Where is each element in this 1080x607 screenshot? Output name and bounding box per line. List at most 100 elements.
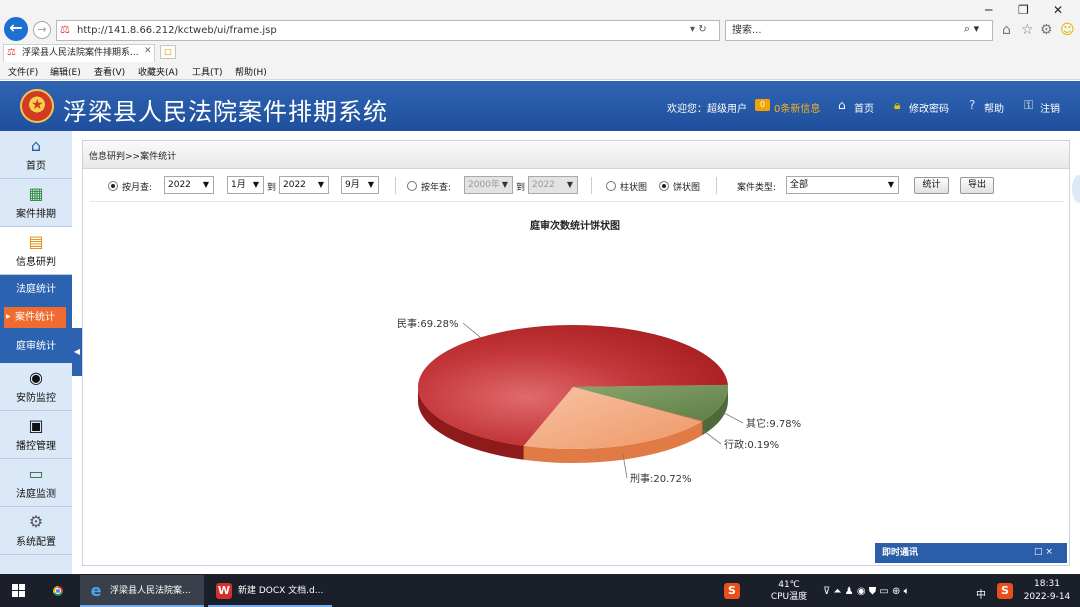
by-month-radio[interactable]: 按月查: [108,180,152,193]
settings-gear-icon[interactable]: ⚙ [1040,22,1053,38]
case-type-select[interactable]: 全部 ▼ [786,176,899,194]
change-password-link[interactable]: 修改密码 [909,100,949,115]
tab-site-icon: ⚖ [7,47,16,58]
bar-chart-radio[interactable]: 柱状图 [606,180,647,193]
by-year-radio[interactable]: 按年查: [407,180,451,193]
sidebar-item-broadcast[interactable]: ▣ 播控管理 [0,411,72,459]
chevron-down-icon: ▼ [317,180,324,189]
sidebar-sub-court-stats[interactable]: 法庭统计 [0,275,72,305]
case-type-label: 案件类型: [737,183,777,193]
pie-label-行政: 行政:0.19% [724,438,779,451]
tray-icons[interactable]: ⊽ ⏶ ♟ ◉ ⛊ ▭ ⊕ 🔈︎ [823,586,910,597]
export-button[interactable]: 导出 [960,177,994,194]
pie-leader-line [462,322,481,338]
new-messages-link[interactable]: 0条新信息 [774,100,820,115]
sidebar-item-info-analysis[interactable]: ▤ 信息研判 [0,227,72,275]
year-start-value: 2000年 [468,180,500,190]
new-tab-icon[interactable]: ▢ [160,45,176,59]
stat-button[interactable]: 统计 [914,177,949,194]
search-input[interactable]: 搜索... [725,20,993,41]
sogou-ime-icon[interactable]: S [997,583,1013,599]
address-bar[interactable]: http://141.8.66.212/kctweb/ui/frame.jsp [56,20,720,41]
sidebar-sub-trial-stats[interactable]: 庭审统计 [0,330,72,363]
menu-tools[interactable]: 工具(T) [192,65,223,78]
close-window-icon[interactable]: ✕ [1053,3,1063,17]
sidebar-item-label: 法庭监测 [16,489,56,500]
year-to-select[interactable]: 2022 ▼ [279,176,329,194]
side-handle[interactable] [1072,175,1080,203]
year-end-select[interactable]: 2022 ▼ [528,176,578,194]
tab-close-icon[interactable]: ✕ [144,46,152,56]
sidebar-item-home[interactable]: ⌂ 首页 [0,131,72,179]
logout-link[interactable]: 注销 [1040,100,1060,115]
by-year-label: 按年查: [421,183,452,193]
sidebar-collapse-handle[interactable]: ◀ [72,328,82,376]
sidebar-item-label: 信息研判 [16,257,56,268]
site-icon: ⚖ [60,23,70,36]
menu-file[interactable]: 文件(F) [8,65,38,78]
pie-label-民事: 民事:69.28% [397,317,459,330]
menu-favorites[interactable]: 收藏夹(A) [138,65,178,78]
back-icon[interactable]: ← [4,17,28,41]
smiley-icon[interactable]: ☺ [1060,22,1075,38]
sidebar-item-label: 系统配置 [16,537,56,548]
message-badge[interactable]: 0 [755,99,770,111]
chart-title: 庭审次数统计饼状图 [530,221,620,232]
clock-date: 2022-9-14 [1023,592,1071,602]
home-icon[interactable]: ⌂ [1002,22,1011,38]
sidebar-item-system-config[interactable]: ⚙ 系统配置 [0,507,72,555]
chrome-center-icon [55,588,61,594]
chevron-down-icon: ▼ [367,180,374,189]
home-link-icon: ⌂ [838,98,846,112]
film-icon: ▣ [28,416,44,435]
chevron-down-icon: ▼ [566,180,573,189]
key-icon: ⚿ [1024,98,1034,112]
lock-icon: 🔒︎ [894,98,901,112]
year-from-select[interactable]: 2022 ▼ [164,176,214,194]
home-link[interactable]: 首页 [854,100,874,115]
search-icon[interactable]: ⌕ ▾ [964,22,979,36]
menu-help[interactable]: 帮助(H) [235,65,267,78]
menu-view[interactable]: 查看(V) [94,65,125,78]
month-to-select[interactable]: 9月 ▼ [341,176,379,194]
windows-start-icon[interactable] [12,584,26,598]
pie-side-行政 [701,420,703,436]
sidebar-sub-case-stats[interactable]: 案件统计 [4,307,66,328]
forward-icon[interactable]: → [33,21,51,39]
sogou-icon[interactable]: S [724,583,740,599]
ime-indicator[interactable]: 中 [976,586,986,601]
pie-slices [418,325,728,449]
sidebar-item-case-schedule[interactable]: ▦ 案件排期 [0,179,72,227]
pie-chart-label: 饼状图 [673,183,701,193]
taskbar-app-wps[interactable]: W 新建 DOCX 文档.d... [208,575,332,607]
taskbar-app-ie[interactable]: e 浮梁县人民法院案... [80,575,204,607]
pie-chart: 其它:9.78% 行政:0.19% 刑事:20.72% 民事:69.28% [397,317,801,485]
pie-label-其它: 其它:9.78% [746,417,801,430]
ie-icon: e [90,581,102,600]
pie-chart-radio[interactable]: 饼状图 [659,180,700,193]
help-link[interactable]: 帮助 [984,100,1004,115]
sidebar-item-security[interactable]: ◉ 安防监控 [0,363,72,411]
active-arrow-icon: ▶ [6,313,11,320]
sidebar-item-court-monitor[interactable]: ▭ 法庭监测 [0,459,72,507]
year-start-select[interactable]: 2000年 ▼ [464,176,513,194]
minimize-icon[interactable]: ─ [985,3,992,17]
restore-icon[interactable]: ❐ [1018,3,1029,17]
clock[interactable]: 18:31 2022-9-14 [1020,578,1074,604]
chat-window-controls[interactable]: □ × [1034,547,1053,557]
sidebar-item-label: 首页 [26,161,46,172]
refresh-icon[interactable]: ▾ ↻ [690,24,707,35]
month-from-select[interactable]: 1月 ▼ [227,176,264,194]
chevron-down-icon: ▼ [202,180,209,189]
to-label: 到 [267,183,277,193]
chevron-down-icon: ▼ [501,180,508,189]
favorites-star-icon[interactable]: ☆ [1021,22,1034,38]
radio-unchecked-icon [606,181,616,191]
taskbar-app-label: 新建 DOCX 文档.d... [238,586,324,596]
divider [591,177,592,194]
menu-edit[interactable]: 编辑(E) [50,65,81,78]
breadcrumb-bar [83,141,1069,169]
browser-tab[interactable]: 浮梁县人民法院案件排期系... [3,44,155,62]
sidebar-item-label: 案件排期 [16,209,56,220]
divider [716,177,717,194]
